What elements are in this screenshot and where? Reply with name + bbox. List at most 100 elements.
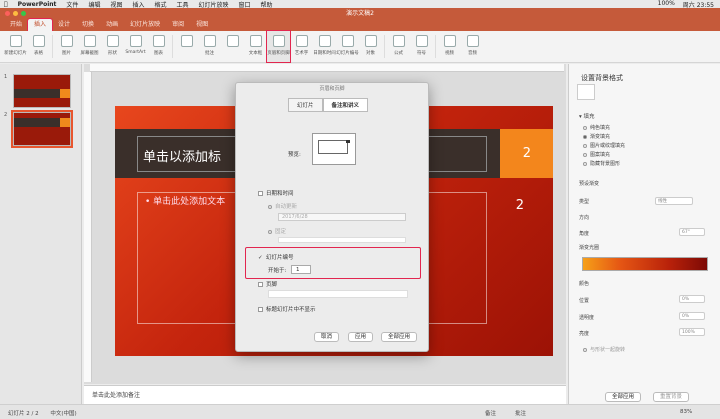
- notes-placeholder: 单击此处添加备注: [92, 392, 141, 399]
- slide-number-top: 2: [522, 146, 531, 161]
- new-slide-button[interactable]: 新建幻灯片: [4, 31, 27, 62]
- date-time-button[interactable]: 日期和时间: [313, 31, 336, 62]
- pi-icon: [392, 35, 405, 47]
- solid-fill-option[interactable]: 纯色填充: [583, 124, 610, 131]
- fill-section[interactable]: ▾ 填充: [579, 112, 595, 120]
- position-input[interactable]: 0%: [679, 295, 705, 303]
- paint-bucket-icon[interactable]: [577, 84, 595, 100]
- thumb-number: 2: [4, 112, 8, 118]
- footer-checkbox[interactable]: 页脚: [258, 280, 277, 288]
- object-icon: [364, 35, 377, 47]
- symbol-button[interactable]: 符号: [410, 31, 433, 62]
- tab-home[interactable]: 开始: [4, 19, 28, 31]
- apply-button[interactable]: 应用: [348, 332, 374, 342]
- tab-insert[interactable]: 插入: [27, 18, 54, 32]
- tab-animations[interactable]: 动画: [100, 19, 124, 31]
- preview-thumbnail: [312, 133, 356, 165]
- picture-fill-option[interactable]: 图片或纹理填充: [583, 142, 625, 149]
- tab-design[interactable]: 设计: [52, 19, 76, 31]
- textbox-button[interactable]: 文本框: [244, 31, 267, 62]
- wordart-button[interactable]: 艺术字: [290, 31, 313, 62]
- tab-slide[interactable]: 幻灯片: [288, 98, 323, 112]
- close-window-icon[interactable]: [5, 11, 10, 16]
- table-button[interactable]: 表格: [27, 31, 50, 62]
- comments-toggle[interactable]: 批注: [515, 409, 526, 417]
- shapes-button[interactable]: 形状: [101, 31, 124, 62]
- notes-area[interactable]: 单击此处添加备注: [84, 385, 566, 404]
- dialog-title: 页眉和页脚: [319, 86, 345, 92]
- language: 中文(中国): [50, 411, 77, 417]
- pane-apply-all-button[interactable]: 全部应用: [605, 392, 642, 402]
- cancel-button[interactable]: 取消: [314, 332, 340, 342]
- screenshot-icon: [83, 35, 96, 47]
- slide-thumbnail-1[interactable]: [13, 74, 71, 108]
- date-format-select[interactable]: 2017/6/28: [278, 213, 406, 221]
- chart-button[interactable]: 图表: [147, 31, 170, 62]
- angle-input[interactable]: 67°: [679, 228, 705, 236]
- ruler-vertical: [84, 72, 92, 382]
- type-select[interactable]: 线性: [655, 197, 693, 205]
- ribbon-tabs: 开始 插入 设计 切换 动画 幻灯片放映 审阅 视图: [0, 18, 720, 32]
- tab-transitions[interactable]: 切换: [76, 19, 100, 31]
- link-icon: [226, 35, 239, 47]
- action-button[interactable]: [175, 31, 198, 62]
- tab-review[interactable]: 审阅: [166, 19, 190, 31]
- picture-button[interactable]: 图片: [55, 31, 78, 62]
- gradient-fill-option[interactable]: 渐变填充: [583, 133, 610, 140]
- fixed-date-input[interactable]: [278, 237, 406, 243]
- slide-title[interactable]: 单击以添加标: [143, 146, 221, 165]
- audio-button[interactable]: 音频: [461, 31, 484, 62]
- pane-title: 设置背景格式: [581, 74, 623, 82]
- table-icon: [32, 35, 45, 47]
- ruler-horizontal: [90, 64, 564, 72]
- slide-counter: 幻灯片 2 / 2: [8, 411, 39, 417]
- zoom-level[interactable]: 83%: [680, 409, 692, 415]
- zoom-window-icon[interactable]: [21, 11, 26, 16]
- header-footer-icon: [272, 35, 285, 47]
- chart-icon: [152, 35, 165, 47]
- video-button[interactable]: 视频: [438, 31, 461, 62]
- status-bar: 幻灯片 2 / 2 中文(中国) 备注 批注 83%: [0, 404, 720, 419]
- smartart-button[interactable]: SmartArt: [124, 31, 147, 62]
- fixed-radio[interactable]: 固定: [268, 227, 286, 235]
- notes-toggle[interactable]: 备注: [485, 409, 496, 417]
- window-title: 演示文稿2: [346, 10, 374, 17]
- hide-bg-graphics-checkbox[interactable]: 隐藏背景图形: [583, 160, 620, 167]
- shapes-icon: [106, 35, 119, 47]
- tab-slideshow[interactable]: 幻灯片放映: [124, 19, 166, 31]
- auto-update-radio[interactable]: 自动更新: [268, 202, 297, 210]
- minimize-window-icon[interactable]: [13, 11, 18, 16]
- rotate-with-shape-checkbox[interactable]: 与形状一起旋转: [583, 346, 625, 353]
- tab-view[interactable]: 视图: [190, 19, 214, 31]
- apply-all-button[interactable]: 全部应用: [381, 332, 418, 342]
- brightness-input[interactable]: 100%: [679, 328, 705, 336]
- app-menu[interactable]: PowerPoint: [18, 1, 57, 8]
- equation-button[interactable]: 公式: [387, 31, 410, 62]
- textbox-icon: [249, 35, 262, 47]
- gradient-bar[interactable]: [582, 257, 708, 271]
- brightness-label: 亮度: [579, 331, 590, 337]
- pattern-fill-option[interactable]: 图案填充: [583, 151, 610, 158]
- thumb-number: 1: [4, 74, 8, 80]
- slide-number-button[interactable]: 幻灯片编号: [336, 31, 359, 62]
- hide-on-title-checkbox[interactable]: 标题幻灯片中不显示: [258, 305, 316, 313]
- picture-icon: [60, 35, 73, 47]
- footer-input[interactable]: [268, 290, 408, 298]
- object-button[interactable]: 对象: [359, 31, 382, 62]
- mac-menubar:  PowerPoint 文件 编辑 视图 插入 格式 工具 幻灯片放映 窗口 …: [0, 0, 720, 9]
- reset-background-button[interactable]: 重置背景: [653, 392, 690, 402]
- header-footer-button[interactable]: 页眉和页脚: [266, 30, 291, 63]
- transparency-input[interactable]: 0%: [679, 312, 705, 320]
- body-text[interactable]: • 单击此处添加文本: [145, 194, 225, 207]
- link-button[interactable]: [221, 31, 244, 62]
- date-time-checkbox[interactable]: 日期和时间: [258, 189, 294, 197]
- slide-thumbnails: 1 2: [0, 64, 82, 404]
- slide-thumbnail-2[interactable]: [11, 110, 73, 148]
- screenshot-button[interactable]: 屏幕截图: [78, 31, 101, 62]
- tab-notes-handouts[interactable]: 备注和讲义: [322, 98, 369, 112]
- preset-gradient-label: 预设渐变: [579, 181, 600, 187]
- comment-icon: [203, 35, 216, 47]
- apple-icon[interactable]: : [4, 1, 8, 8]
- slide-number-body: 2: [515, 198, 524, 213]
- comment-button[interactable]: 批注: [198, 31, 221, 62]
